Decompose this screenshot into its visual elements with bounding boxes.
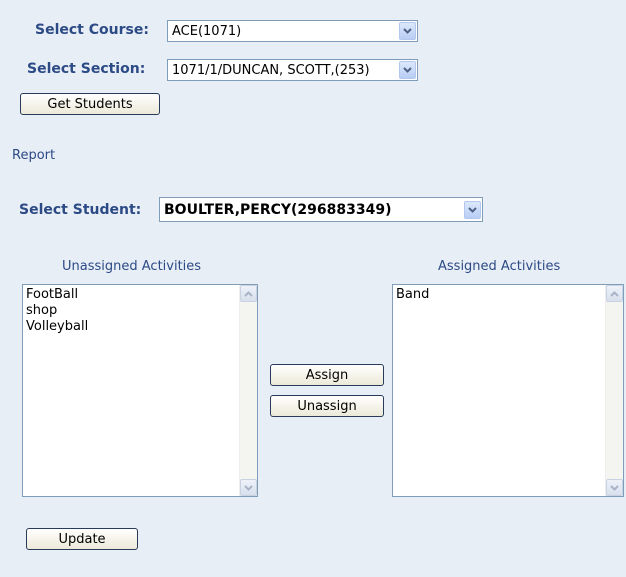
- section-label: Select Section:: [27, 61, 146, 77]
- list-item[interactable]: Volleyball: [26, 319, 236, 335]
- assigned-scrollbar[interactable]: [605, 285, 623, 496]
- unassigned-activities-header: Unassigned Activities: [62, 259, 202, 274]
- student-label: Select Student:: [19, 202, 142, 218]
- scroll-up-arrow-icon[interactable]: [240, 285, 257, 302]
- unassigned-activities-list[interactable]: FootBall shop Volleyball: [22, 284, 258, 497]
- assigned-activities-list[interactable]: Band: [392, 284, 624, 497]
- list-item[interactable]: shop: [26, 303, 236, 319]
- unassigned-items: FootBall shop Volleyball: [23, 285, 239, 496]
- scroll-down-arrow-icon[interactable]: [240, 479, 257, 496]
- course-select[interactable]: ACE(1071): [167, 20, 418, 42]
- report-link[interactable]: Report: [12, 148, 55, 163]
- section-select[interactable]: 1071/1/DUNCAN, SCOTT,(253): [167, 59, 418, 81]
- scroll-down-arrow-icon[interactable]: [606, 479, 623, 496]
- assigned-items: Band: [393, 285, 605, 496]
- assign-button[interactable]: Assign: [270, 364, 384, 386]
- course-select-value: ACE(1071): [172, 23, 242, 39]
- assigned-activities-header: Assigned Activities: [438, 259, 561, 274]
- unassigned-scrollbar[interactable]: [239, 285, 257, 496]
- chevron-down-icon[interactable]: [399, 22, 416, 40]
- list-item[interactable]: Band: [396, 287, 602, 303]
- unassign-button[interactable]: Unassign: [270, 395, 384, 417]
- chevron-down-icon[interactable]: [399, 61, 416, 79]
- student-select[interactable]: BOULTER,PERCY(296883349): [159, 197, 483, 222]
- student-select-value: BOULTER,PERCY(296883349): [164, 201, 392, 218]
- section-select-value: 1071/1/DUNCAN, SCOTT,(253): [172, 62, 370, 78]
- update-button[interactable]: Update: [26, 528, 138, 550]
- scroll-up-arrow-icon[interactable]: [606, 285, 623, 302]
- course-label: Select Course:: [35, 22, 149, 38]
- list-item[interactable]: FootBall: [26, 287, 236, 303]
- get-students-button[interactable]: Get Students: [20, 93, 160, 115]
- chevron-down-icon[interactable]: [464, 200, 481, 219]
